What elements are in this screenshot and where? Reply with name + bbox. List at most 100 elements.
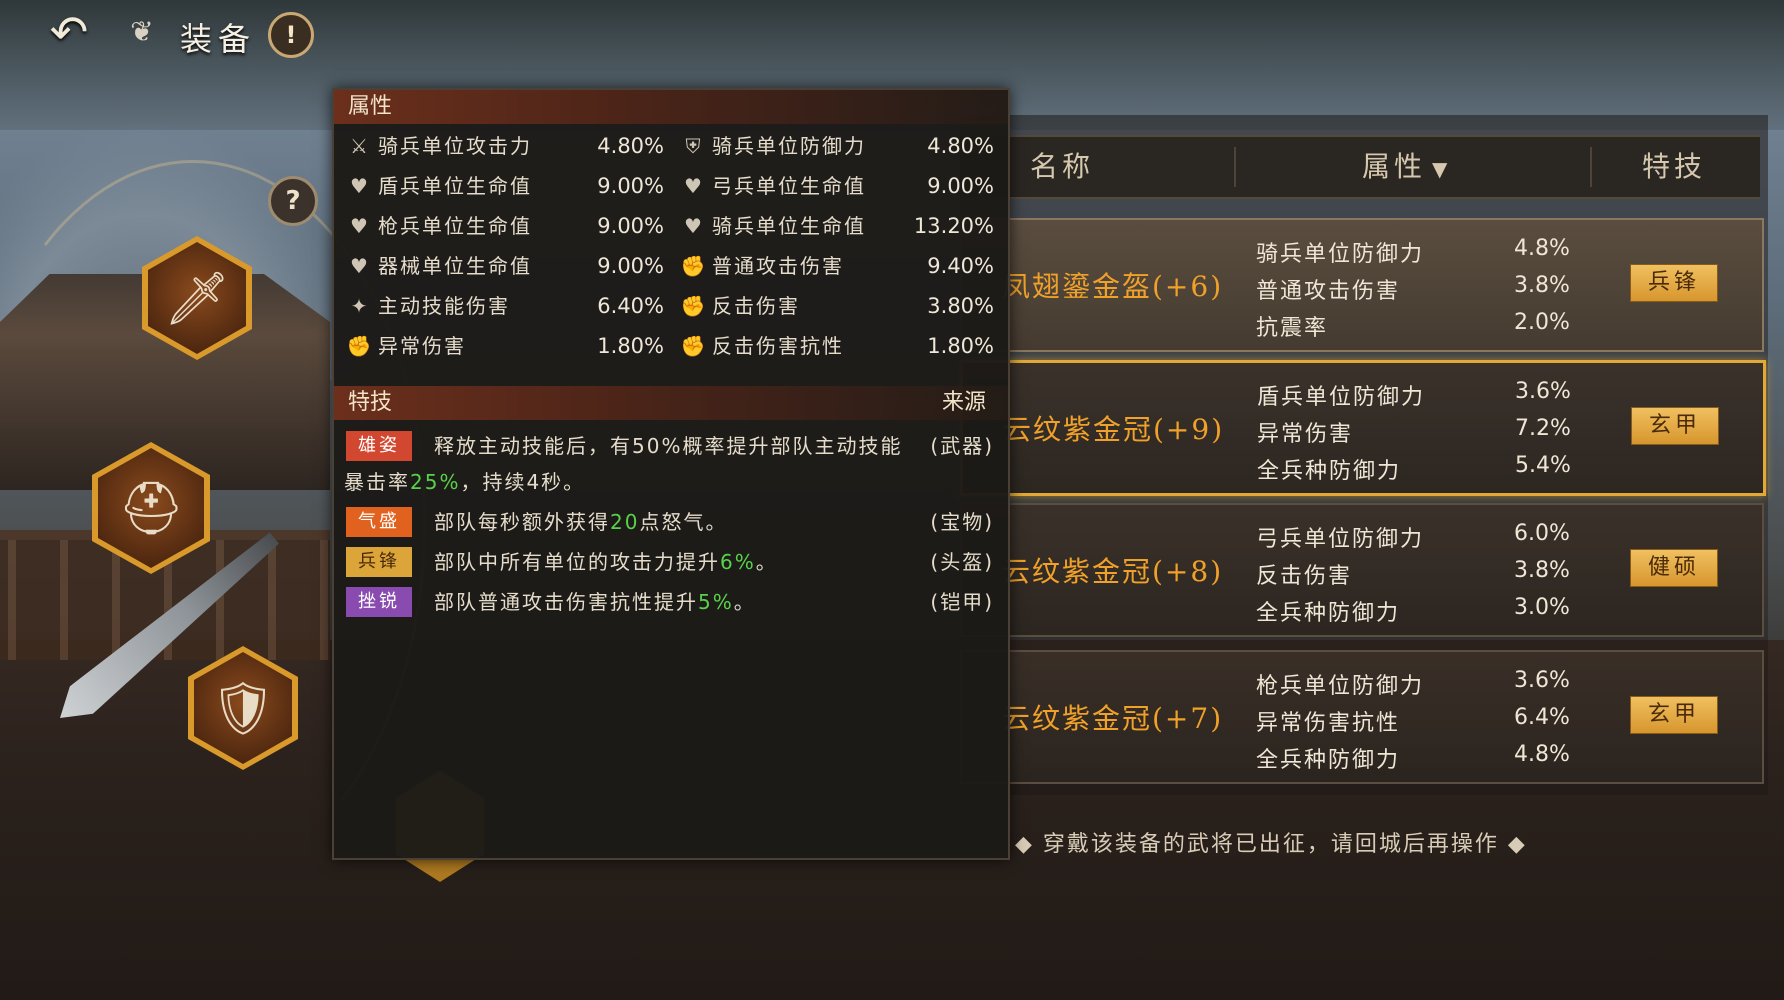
stat-value: 4.8% <box>1514 236 1570 261</box>
skill-tag[interactable]: 兵锋 <box>1630 264 1718 302</box>
attribute-name: 主动技能伤害 <box>378 294 510 318</box>
attribute-value: 9.00% <box>927 174 994 198</box>
fist-icon: ✊ <box>680 334 706 358</box>
skill-tag[interactable]: 玄甲 <box>1631 407 1719 445</box>
heart-icon: ♥ <box>350 214 368 238</box>
equipment-list-header: 名称 属性 ▼ 特技 <box>960 135 1760 199</box>
skill-icon: ✦ <box>350 294 368 318</box>
attribute-row: ♥ 盾兵单位生命值 9.00% ♥ 弓兵单位生命值 9.00% <box>334 166 1008 206</box>
skill-badge: 气盛 <box>346 507 412 537</box>
skill-row: 挫锐 部队普通攻击伤害抗性提升5%。 (铠甲) <box>344 584 998 620</box>
stat-name: 枪兵单位防御力 <box>1256 674 1425 699</box>
equipment-name: 云纹紫金冠(+9) <box>1003 413 1225 446</box>
heart-icon: ♥ <box>350 254 368 278</box>
top-bar: ↶ ❦ 装备 ! <box>0 0 1784 70</box>
help-button[interactable]: ? <box>268 176 318 226</box>
heart-icon: ♥ <box>684 174 702 198</box>
stat-value: 7.2% <box>1515 416 1571 441</box>
stat-name: 弓兵单位防御力 <box>1256 527 1425 552</box>
equipment-name: 云纹紫金冠(+8) <box>1002 555 1224 588</box>
fist-icon: ✊ <box>680 294 706 318</box>
attribute-name: 骑兵单位防御力 <box>712 134 866 158</box>
heart-icon: ♥ <box>350 174 368 198</box>
fist-icon: ✊ <box>680 254 706 278</box>
heart-icon: ♥ <box>684 214 702 238</box>
attribute-name: 盾兵单位生命值 <box>378 174 532 198</box>
skill-tag[interactable]: 玄甲 <box>1630 696 1718 734</box>
attribute-value: 9.00% <box>597 174 664 198</box>
stat-value: 3.8% <box>1514 558 1570 583</box>
attribute-value: 13.20% <box>913 214 994 238</box>
column-attr-header[interactable]: 属性 ▼ <box>1362 137 1451 197</box>
attribute-name: 骑兵单位生命值 <box>712 214 866 238</box>
attributes-header: 属性 <box>334 90 1008 124</box>
skills-header: 特技 来源 <box>334 386 1008 420</box>
skill-source: (武器) <box>930 434 994 458</box>
skill-description: 部队中所有单位的攻击力提升6%。 <box>434 550 778 574</box>
fist-icon: ✊ <box>346 334 372 358</box>
skill-source: (宝物) <box>930 510 994 534</box>
attribute-row: ♥ 枪兵单位生命值 9.00% ♥ 骑兵单位生命值 13.20% <box>334 206 1008 246</box>
equipment-row[interactable]: 云纹紫金冠(+7) 枪兵单位防御力 3.6% 异常伤害抗性 6.4% 全兵种防御… <box>960 650 1764 784</box>
attribute-name: 普通攻击伤害 <box>712 254 844 278</box>
attribute-row: ♥ 器械单位生命值 9.00% ✊ 普通攻击伤害 9.40% <box>334 246 1008 286</box>
skill-row: 释放主动技能后，有50%概率提升部队主动技能暴击率25%，持续4秒。 雄姿 (武… <box>344 428 998 500</box>
skill-badge: 挫锐 <box>346 587 412 617</box>
equipment-name: 云纹紫金冠(+7) <box>1002 702 1224 735</box>
helmet-icon: ⛑ <box>117 478 184 539</box>
shield-icon: ⛨ <box>685 134 701 158</box>
stat-value: 3.6% <box>1514 668 1570 693</box>
attributes-tooltip: 属性 ⚔ 骑兵单位攻击力 4.80% ⛨ 骑兵单位防御力 4.80% ♥ 盾兵单… <box>332 88 1010 860</box>
chevron-down-icon: ▼ <box>1432 157 1452 181</box>
stat-name: 全兵种防御力 <box>1256 748 1401 773</box>
skill-badge: 兵锋 <box>346 547 412 577</box>
stat-name: 普通攻击伤害 <box>1256 279 1401 304</box>
skill-description: 部队每秒额外获得20点怒气。 <box>434 510 728 534</box>
column-divider <box>1234 147 1236 187</box>
attribute-value: 4.80% <box>597 134 664 158</box>
title-ornament-icon: ❦ <box>130 15 154 48</box>
equipment-row[interactable]: 凤翅鎏金盔(+6) 骑兵单位防御力 4.8% 普通攻击伤害 3.8% 抗震率 2… <box>960 218 1764 352</box>
attribute-value: 4.80% <box>927 134 994 158</box>
attribute-row: ✦ 主动技能伤害 6.40% ✊ 反击伤害 3.80% <box>334 286 1008 326</box>
page-title: 装备 <box>180 20 257 58</box>
attribute-value: 3.80% <box>927 294 994 318</box>
stat-name: 异常伤害抗性 <box>1256 711 1401 736</box>
column-divider <box>1590 147 1592 187</box>
stat-value: 6.0% <box>1514 521 1570 546</box>
skill-description: 部队普通攻击伤害抗性提升5%。 <box>434 590 756 614</box>
skill-tag[interactable]: 健硕 <box>1630 549 1718 587</box>
attribute-name: 异常伤害 <box>378 334 466 358</box>
equipment-row[interactable]: 云纹紫金冠(+8) 弓兵单位防御力 6.0% 反击伤害 3.8% 全兵种防御力 … <box>960 503 1764 637</box>
back-arrow-icon[interactable]: ↶ <box>38 9 100 55</box>
skill-badge: 雄姿 <box>346 431 412 461</box>
info-button[interactable]: ! <box>268 12 314 58</box>
attribute-name: 弓兵单位生命值 <box>712 174 866 198</box>
armor-icon: 🛡 <box>209 678 276 739</box>
status-notice: ◆ 穿戴该装备的武将已出征，请回城后再操作 ◆ <box>1015 832 1527 857</box>
equipment-row-selected[interactable]: 云纹紫金冠(+9) 盾兵单位防御力 3.6% 异常伤害 7.2% 全兵种防御力 … <box>960 360 1766 496</box>
attribute-row: ⚔ 骑兵单位攻击力 4.80% ⛨ 骑兵单位防御力 4.80% <box>334 126 1008 166</box>
stat-name: 抗震率 <box>1256 316 1329 341</box>
skill-source: (头盔) <box>930 550 994 574</box>
equipment-name: 凤翅鎏金盔(+6) <box>1002 270 1224 303</box>
stat-name: 骑兵单位防御力 <box>1256 242 1425 267</box>
column-skill-header: 特技 <box>1642 150 1707 183</box>
attribute-value: 9.00% <box>597 214 664 238</box>
stat-value: 6.4% <box>1514 705 1570 730</box>
stat-name: 全兵种防御力 <box>1256 601 1401 626</box>
attribute-name: 反击伤害 <box>712 294 800 318</box>
skill-description: 释放主动技能后，有50%概率提升部队主动技能暴击率25%，持续4秒。 <box>344 434 903 494</box>
stat-name: 全兵种防御力 <box>1257 459 1402 484</box>
stat-value: 2.0% <box>1514 310 1570 335</box>
attribute-value: 1.80% <box>927 334 994 358</box>
stat-value: 5.4% <box>1515 453 1571 478</box>
spear-icon: 🗡 <box>163 268 230 329</box>
attribute-value: 9.40% <box>927 254 994 278</box>
attribute-row: ✊ 异常伤害 1.80% ✊ 反击伤害抗性 1.80% <box>334 326 1008 366</box>
attribute-name: 骑兵单位攻击力 <box>378 134 532 158</box>
stat-name: 反击伤害 <box>1256 564 1353 589</box>
column-name-header: 名称 <box>1030 150 1095 183</box>
attribute-value: 9.00% <box>597 254 664 278</box>
skill-row: 兵锋 部队中所有单位的攻击力提升6%。 (头盔) <box>344 544 998 580</box>
